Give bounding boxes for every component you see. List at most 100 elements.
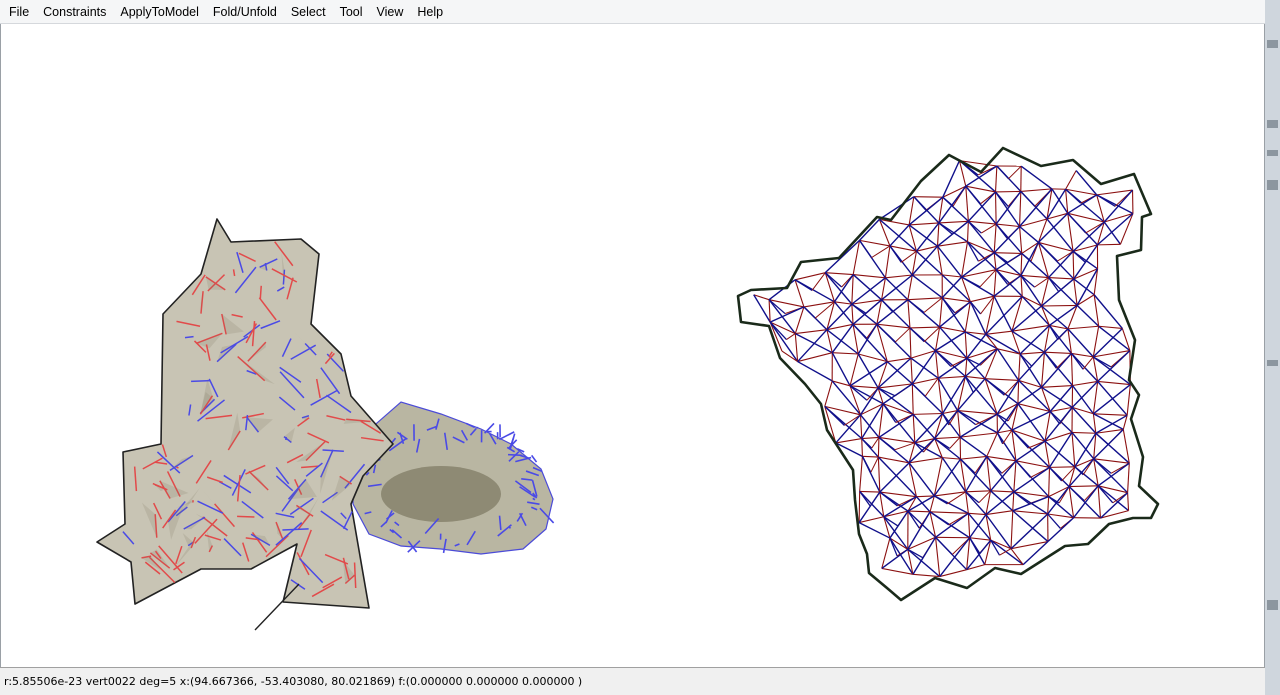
- menu-select[interactable]: Select: [284, 1, 333, 23]
- model-crease: [237, 515, 255, 518]
- crease-pattern-border: [736, 146, 1160, 602]
- model-crease: [499, 431, 515, 441]
- menu-constraints[interactable]: Constraints: [36, 1, 113, 23]
- crease-line: [939, 537, 971, 577]
- crease-line: [938, 375, 966, 379]
- menu-apply-to-model[interactable]: ApplyToModel: [113, 1, 206, 23]
- menu-file[interactable]: File: [2, 1, 36, 23]
- crease-line: [1093, 413, 1128, 416]
- crease-line: [781, 350, 798, 363]
- crease-line: [993, 295, 1013, 332]
- crease-line: [1092, 384, 1131, 415]
- crease-line: [934, 350, 939, 379]
- crease-line: [1013, 460, 1017, 492]
- origami-viewport[interactable]: [0, 24, 1265, 667]
- crease-line: [993, 252, 1009, 264]
- crease-line: [1041, 384, 1073, 388]
- strip-block: [1267, 600, 1278, 610]
- crease-line: [986, 455, 1017, 462]
- crease-line: [965, 490, 991, 493]
- crease-line: [965, 491, 980, 504]
- crease-line: [996, 165, 1010, 180]
- crease-line: [883, 516, 909, 550]
- crease-line: [942, 457, 961, 460]
- crease-line: [941, 297, 956, 314]
- crease-line: [1022, 541, 1049, 566]
- crease-pattern-2d[interactable]: [736, 146, 1160, 602]
- crease-line: [1047, 496, 1050, 515]
- crease-line: [961, 241, 969, 278]
- crease-line: [995, 223, 1008, 239]
- crease-line: [935, 537, 941, 577]
- viewport-canvas[interactable]: [1, 24, 1265, 667]
- crease-line: [1096, 189, 1133, 196]
- crease-line: [968, 512, 987, 516]
- crease-line: [1041, 304, 1078, 307]
- crease-line: [996, 348, 1020, 381]
- crease-line: [877, 457, 881, 493]
- crease-line: [895, 327, 911, 343]
- crease-line: [1069, 485, 1099, 488]
- crease-line: [1048, 277, 1060, 292]
- crease-line: [861, 438, 863, 457]
- crease-line: [993, 226, 1021, 254]
- crease-line: [1076, 304, 1100, 327]
- crease-line: [861, 436, 879, 440]
- crease-line: [1071, 432, 1076, 467]
- menu-help[interactable]: Help: [410, 1, 450, 23]
- crease-line: [1048, 325, 1059, 340]
- crease-line: [995, 190, 1021, 193]
- crease-line: [996, 432, 1004, 445]
- crease-line: [965, 491, 987, 515]
- crease-line: [949, 436, 961, 449]
- crease-line: [1072, 251, 1075, 279]
- status-bar: r:5.85506e-23 vert0022 deg=5 x:(94.66736…: [0, 667, 1265, 695]
- crease-line: [1095, 432, 1109, 445]
- crease-line: [995, 191, 1009, 207]
- crease-line: [1010, 510, 1014, 549]
- crease-line: [1068, 486, 1085, 502]
- crease-line: [909, 222, 939, 226]
- crease-line: [965, 186, 969, 222]
- crease-line: [960, 455, 987, 460]
- menu-fold-unfold[interactable]: Fold/Unfold: [206, 1, 284, 23]
- crease-line: [959, 436, 988, 457]
- crease-line: [859, 239, 891, 247]
- crease-line: [1019, 225, 1039, 243]
- crease-line: [1044, 440, 1076, 468]
- crease-line: [981, 223, 997, 234]
- crease-line: [1017, 386, 1042, 405]
- crease-line: [859, 456, 863, 492]
- crease-line: [900, 250, 917, 263]
- crease-line: [1127, 492, 1130, 511]
- crease-line: [985, 333, 998, 350]
- crease-line: [911, 383, 926, 397]
- crease-line: [907, 510, 931, 513]
- crease-line: [886, 361, 913, 385]
- crease-line: [858, 239, 873, 258]
- crease-line: [1082, 356, 1094, 370]
- crease-line: [1044, 351, 1072, 354]
- menu-bar: File Constraints ApplyToModel Fold/Unfold Se…: [0, 0, 1265, 24]
- model-crease: [232, 269, 236, 277]
- menu-tool[interactable]: Tool: [333, 1, 370, 23]
- crease-line: [964, 301, 971, 332]
- crease-line: [941, 457, 967, 493]
- crease-line: [884, 245, 891, 278]
- crease-line: [862, 455, 879, 458]
- crease-line: [1041, 305, 1069, 330]
- crease-line: [967, 220, 982, 234]
- crease-line: [942, 274, 962, 278]
- strip-block: [1267, 360, 1278, 366]
- crease-line: [879, 196, 915, 220]
- crease-line: [934, 436, 961, 440]
- crease-line: [831, 352, 851, 387]
- crease-line: [967, 513, 971, 538]
- crease-line: [1019, 226, 1023, 254]
- crease-line: [911, 383, 914, 415]
- crease-line: [912, 573, 940, 578]
- menu-view[interactable]: View: [370, 1, 411, 23]
- crease-line: [794, 333, 799, 362]
- folded-model-3d[interactable]: [96, 218, 555, 631]
- crease-line: [1092, 381, 1099, 414]
